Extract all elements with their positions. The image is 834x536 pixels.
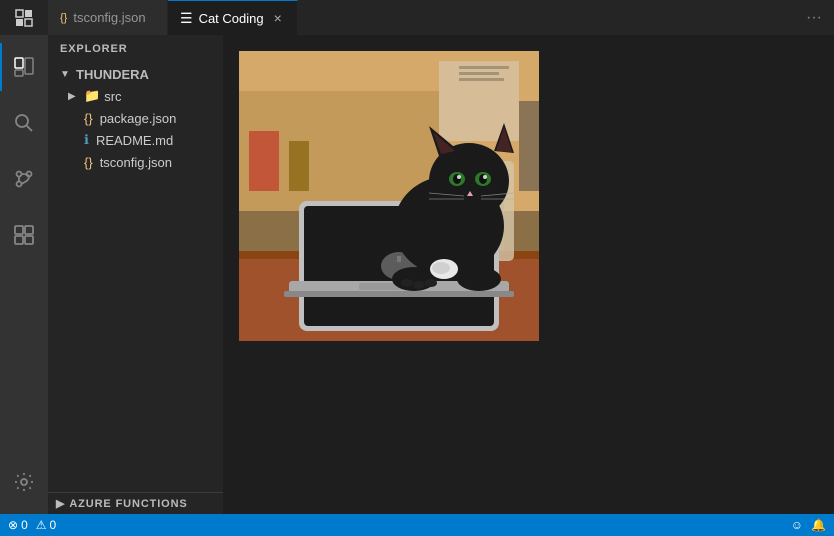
- status-bar: ⊗ 0 ⚠ 0 ☺ 🔔: [0, 514, 834, 536]
- status-errors[interactable]: ⊗ 0: [8, 518, 28, 532]
- tab-cat-coding[interactable]: ☰ Cat Coding ×: [168, 0, 298, 35]
- md-icon: ℹ: [84, 132, 89, 148]
- error-icon: ⊗: [8, 518, 18, 532]
- tab-tsconfig-label: tsconfig.json: [73, 10, 145, 25]
- activity-search[interactable]: [0, 99, 48, 147]
- tree-item-tsconfig-label: tsconfig.json: [100, 155, 172, 170]
- activity-settings[interactable]: [0, 458, 48, 506]
- close-icon[interactable]: ×: [274, 10, 282, 26]
- status-left: ⊗ 0 ⚠ 0: [8, 518, 56, 532]
- arrow-right-azure-icon: ▶: [56, 497, 65, 510]
- status-bell[interactable]: 🔔: [811, 518, 826, 532]
- tree-item-src[interactable]: ▶ 📁 src: [48, 85, 223, 107]
- smiley-icon: ☺: [791, 518, 803, 532]
- activity-bottom: [0, 458, 48, 506]
- file-tree: ▼ THUNDERA ▶ 📁 src ▶ {} package.json ▶ ℹ…: [48, 63, 223, 173]
- azure-functions-label: AZURE FUNCTIONS: [69, 498, 187, 510]
- cat-tab-icon: ☰: [180, 10, 193, 27]
- tsconfig-json-icon: {}: [84, 155, 93, 170]
- tab-cat-coding-label: Cat Coding: [199, 11, 264, 26]
- editor-content: [223, 35, 834, 514]
- status-right: ☺ 🔔: [791, 518, 826, 532]
- arrow-right-icon: ▶: [68, 91, 84, 102]
- json-icon: {}: [60, 12, 67, 24]
- tab-tsconfig[interactable]: {} tsconfig.json: [48, 0, 168, 35]
- tree-item-src-label: src: [104, 89, 121, 104]
- status-smiley[interactable]: ☺: [791, 518, 803, 532]
- status-warnings[interactable]: ⚠ 0: [36, 518, 56, 532]
- tree-item-tsconfig[interactable]: ▶ {} tsconfig.json: [48, 151, 223, 173]
- activity-explorer[interactable]: [0, 43, 48, 91]
- activity-bar: [0, 35, 48, 514]
- title-bar: {} tsconfig.json ☰ Cat Coding × ···: [0, 0, 834, 35]
- arrow-down-icon: ▼: [60, 69, 76, 80]
- tree-root-label: THUNDERA: [76, 67, 149, 82]
- tree-item-package-json[interactable]: ▶ {} package.json: [48, 107, 223, 129]
- main-area: EXPLORER ▼ THUNDERA ▶ 📁 src ▶ {} package…: [0, 35, 834, 514]
- json-brace-icon: {}: [84, 111, 93, 126]
- error-count: 0: [21, 518, 28, 532]
- warning-icon: ⚠: [36, 518, 47, 532]
- activity-source-control[interactable]: [0, 155, 48, 203]
- editor-area: [223, 35, 834, 514]
- warning-count: 0: [50, 518, 57, 532]
- sidebar: EXPLORER ▼ THUNDERA ▶ 📁 src ▶ {} package…: [48, 35, 223, 514]
- top-left-icon: [0, 8, 48, 28]
- azure-functions-section[interactable]: ▶ AZURE FUNCTIONS: [48, 492, 223, 514]
- bell-icon: 🔔: [811, 518, 826, 532]
- tree-item-readme[interactable]: ▶ ℹ README.md: [48, 129, 223, 151]
- tree-item-package-json-label: package.json: [100, 111, 177, 126]
- sidebar-header: EXPLORER: [48, 35, 223, 63]
- folder-icon: 📁: [84, 88, 100, 104]
- activity-extensions[interactable]: [0, 211, 48, 259]
- cat-image: [239, 51, 539, 341]
- tree-item-readme-label: README.md: [96, 133, 173, 148]
- more-tabs-button[interactable]: ···: [806, 9, 822, 27]
- tree-root-thundera[interactable]: ▼ THUNDERA: [48, 63, 223, 85]
